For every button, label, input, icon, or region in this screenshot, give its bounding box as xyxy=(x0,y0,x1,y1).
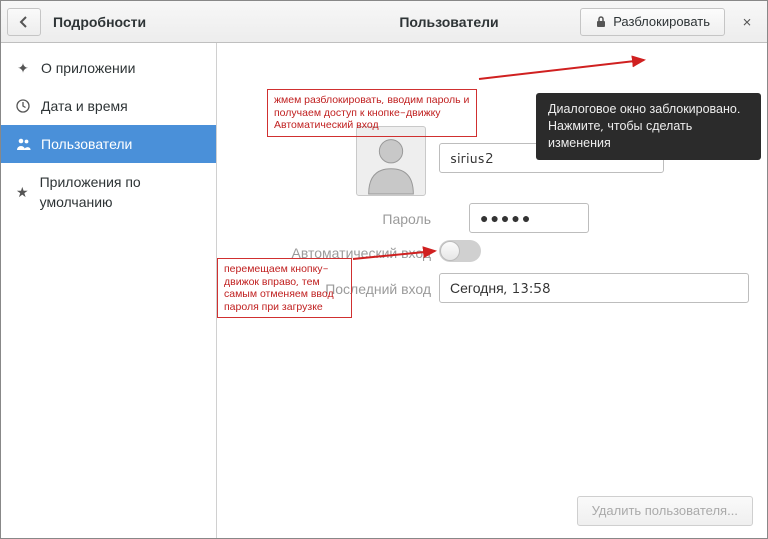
annotation-toggle: перемещаем кнопку-движок вправо, тем сам… xyxy=(217,258,352,318)
delete-user-button[interactable]: Удалить пользователя… xyxy=(577,496,753,526)
username-value: sirius2 xyxy=(450,148,493,168)
lastlogin-value: Сегодня, 13:58 xyxy=(450,278,551,298)
unlock-button[interactable]: Разблокировать xyxy=(580,8,725,36)
delete-label: Удалить пользователя… xyxy=(592,502,738,520)
lastlogin-field[interactable]: Сегодня, 13:58 xyxy=(439,273,749,303)
tooltip-line1: Диалоговое окно заблокировано. xyxy=(548,101,749,118)
sidebar-item-default-apps[interactable]: ★ Приложения по умолчанию xyxy=(1,163,216,221)
locked-tooltip: Диалоговое окно заблокировано. Нажмите, … xyxy=(536,93,761,160)
sidebar: ✦ О приложении Дата и время Пользователи… xyxy=(1,43,217,538)
chevron-left-icon xyxy=(18,16,30,28)
password-mask: ●●●●● xyxy=(480,208,532,228)
settings-window: Подробности Пользователи Разблокировать … xyxy=(0,0,768,539)
annotation-unlock: жмем разблокировать, вводим пароль и пол… xyxy=(267,89,477,137)
autologin-toggle[interactable] xyxy=(439,240,481,262)
lock-icon xyxy=(595,16,607,28)
plus-icon: ✦ xyxy=(15,60,31,76)
users-icon xyxy=(15,136,31,152)
sidebar-item-label: Приложения по умолчанию xyxy=(40,172,202,212)
unlock-label: Разблокировать xyxy=(613,13,710,31)
tooltip-line2: Нажмите, чтобы сделать изменения xyxy=(548,118,749,152)
back-button[interactable] xyxy=(7,8,41,36)
arrow-to-unlock xyxy=(479,55,659,85)
sidebar-item-datetime[interactable]: Дата и время xyxy=(1,87,216,125)
close-icon: × xyxy=(742,11,752,32)
sidebar-item-label: Дата и время xyxy=(41,96,128,116)
content-pane: жмем разблокировать, вводим пароль и пол… xyxy=(217,43,767,538)
sidebar-item-label: Пользователи xyxy=(41,134,132,154)
left-title: Подробности xyxy=(53,12,146,32)
sidebar-item-label: О приложении xyxy=(41,58,135,78)
sidebar-item-about[interactable]: ✦ О приложении xyxy=(1,49,216,87)
window-body: ✦ О приложении Дата и время Пользователи… xyxy=(1,43,767,538)
toggle-knob xyxy=(440,241,460,261)
password-label: Пароль xyxy=(382,209,431,229)
clock-icon xyxy=(15,98,31,114)
center-title: Пользователи xyxy=(269,12,498,32)
star-icon: ★ xyxy=(15,184,30,200)
sidebar-item-users[interactable]: Пользователи xyxy=(1,125,216,163)
titlebar: Подробности Пользователи Разблокировать … xyxy=(1,1,767,43)
close-button[interactable]: × xyxy=(733,8,761,36)
arrow-to-toggle xyxy=(353,243,443,263)
password-field[interactable]: ●●●●● xyxy=(469,203,589,233)
